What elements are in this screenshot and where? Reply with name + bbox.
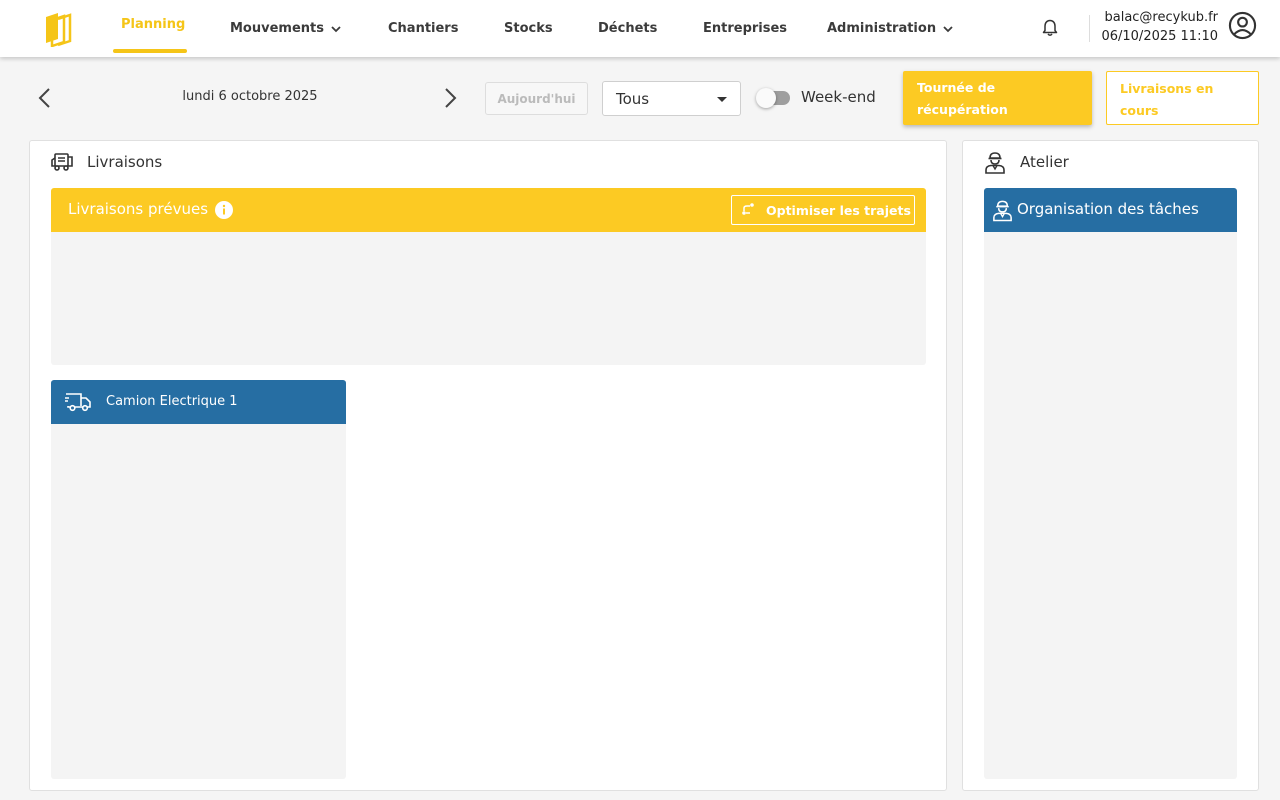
caret-down-icon [717, 97, 727, 102]
nav-entreprises-label: Entreprises [703, 21, 788, 36]
truck-header: Camion Electrique 1 [51, 380, 346, 424]
truck-name: Camion Electrique 1 [106, 394, 238, 409]
nav-planning-label: Planning [121, 17, 186, 32]
worker-icon [985, 152, 1005, 174]
worker-icon [993, 200, 1012, 222]
nav-planning[interactable]: Planning [121, 0, 185, 53]
info-icon[interactable] [214, 200, 234, 220]
weekend-label: Week-end [801, 88, 876, 106]
nav-dechets-label: Déchets [598, 21, 658, 36]
nav-administration-label: Administration [827, 21, 937, 36]
chevron-down-icon [943, 25, 953, 32]
livraisons-title: Livraisons [87, 153, 163, 171]
route-icon [742, 203, 754, 215]
weekend-toggle[interactable] [756, 88, 790, 108]
nav-administration[interactable]: Administration [827, 0, 954, 57]
user-email: balac@recykub.fr [1104, 10, 1218, 25]
nav-stocks-label: Stocks [504, 21, 553, 36]
livraisons-prevues-dropzone [51, 232, 926, 365]
nav-active-indicator [113, 49, 187, 53]
livraisons-prevues-header: Livraisons prévues Optimiser les trajets [51, 188, 926, 232]
optimiser-trajets-button[interactable]: Optimiser les trajets [731, 195, 915, 225]
current-date: lundi 6 octobre 2025 [182, 89, 318, 104]
top-navbar: Planning Mouvements Chantiers Stocks Déc… [0, 0, 1280, 57]
nav-mouvements[interactable]: Mouvements [230, 0, 342, 57]
user-datetime: 06/10/2025 11:10 [1101, 29, 1218, 44]
next-day-icon[interactable] [440, 86, 460, 110]
atelier-title: Atelier [1020, 153, 1069, 171]
user-account-icon[interactable] [1228, 11, 1257, 40]
chevron-down-icon [331, 25, 341, 32]
toggle-knob [756, 88, 776, 108]
recykub-logo-icon[interactable] [40, 11, 74, 47]
nav-mouvements-label: Mouvements [230, 21, 324, 36]
previous-day-icon[interactable] [35, 86, 55, 110]
atelier-tasks-column: Organisation des tâches [984, 188, 1237, 779]
header-divider [1089, 15, 1090, 42]
optimiser-trajets-label: Optimiser les trajets [766, 202, 911, 218]
atelier-tasks-title: Organisation des tâches [1017, 200, 1199, 218]
nav-chantiers[interactable]: Chantiers [388, 0, 458, 57]
nav-entreprises[interactable]: Entreprises [703, 0, 787, 57]
atelier-tasks-header: Organisation des tâches [984, 188, 1237, 232]
notification-bell-icon[interactable] [1040, 18, 1060, 38]
nav-chantiers-label: Chantiers [388, 21, 459, 36]
truck-icon [65, 393, 91, 412]
filter-select-value: Tous [616, 89, 650, 108]
livraisons-en-cours-button[interactable]: Livraisons en cours [1106, 71, 1259, 125]
tournee-recuperation-button[interactable]: Tournée de récupération [903, 71, 1092, 125]
nav-dechets[interactable]: Déchets [598, 0, 657, 57]
livraisons-prevues-title: Livraisons prévues [68, 200, 209, 218]
delivery-truck-icon [51, 153, 73, 171]
filter-select[interactable]: Tous [602, 81, 741, 116]
truck-column: Camion Electrique 1 [51, 380, 346, 779]
today-button[interactable]: Aujourd'hui [485, 82, 588, 115]
nav-stocks[interactable]: Stocks [504, 0, 553, 57]
